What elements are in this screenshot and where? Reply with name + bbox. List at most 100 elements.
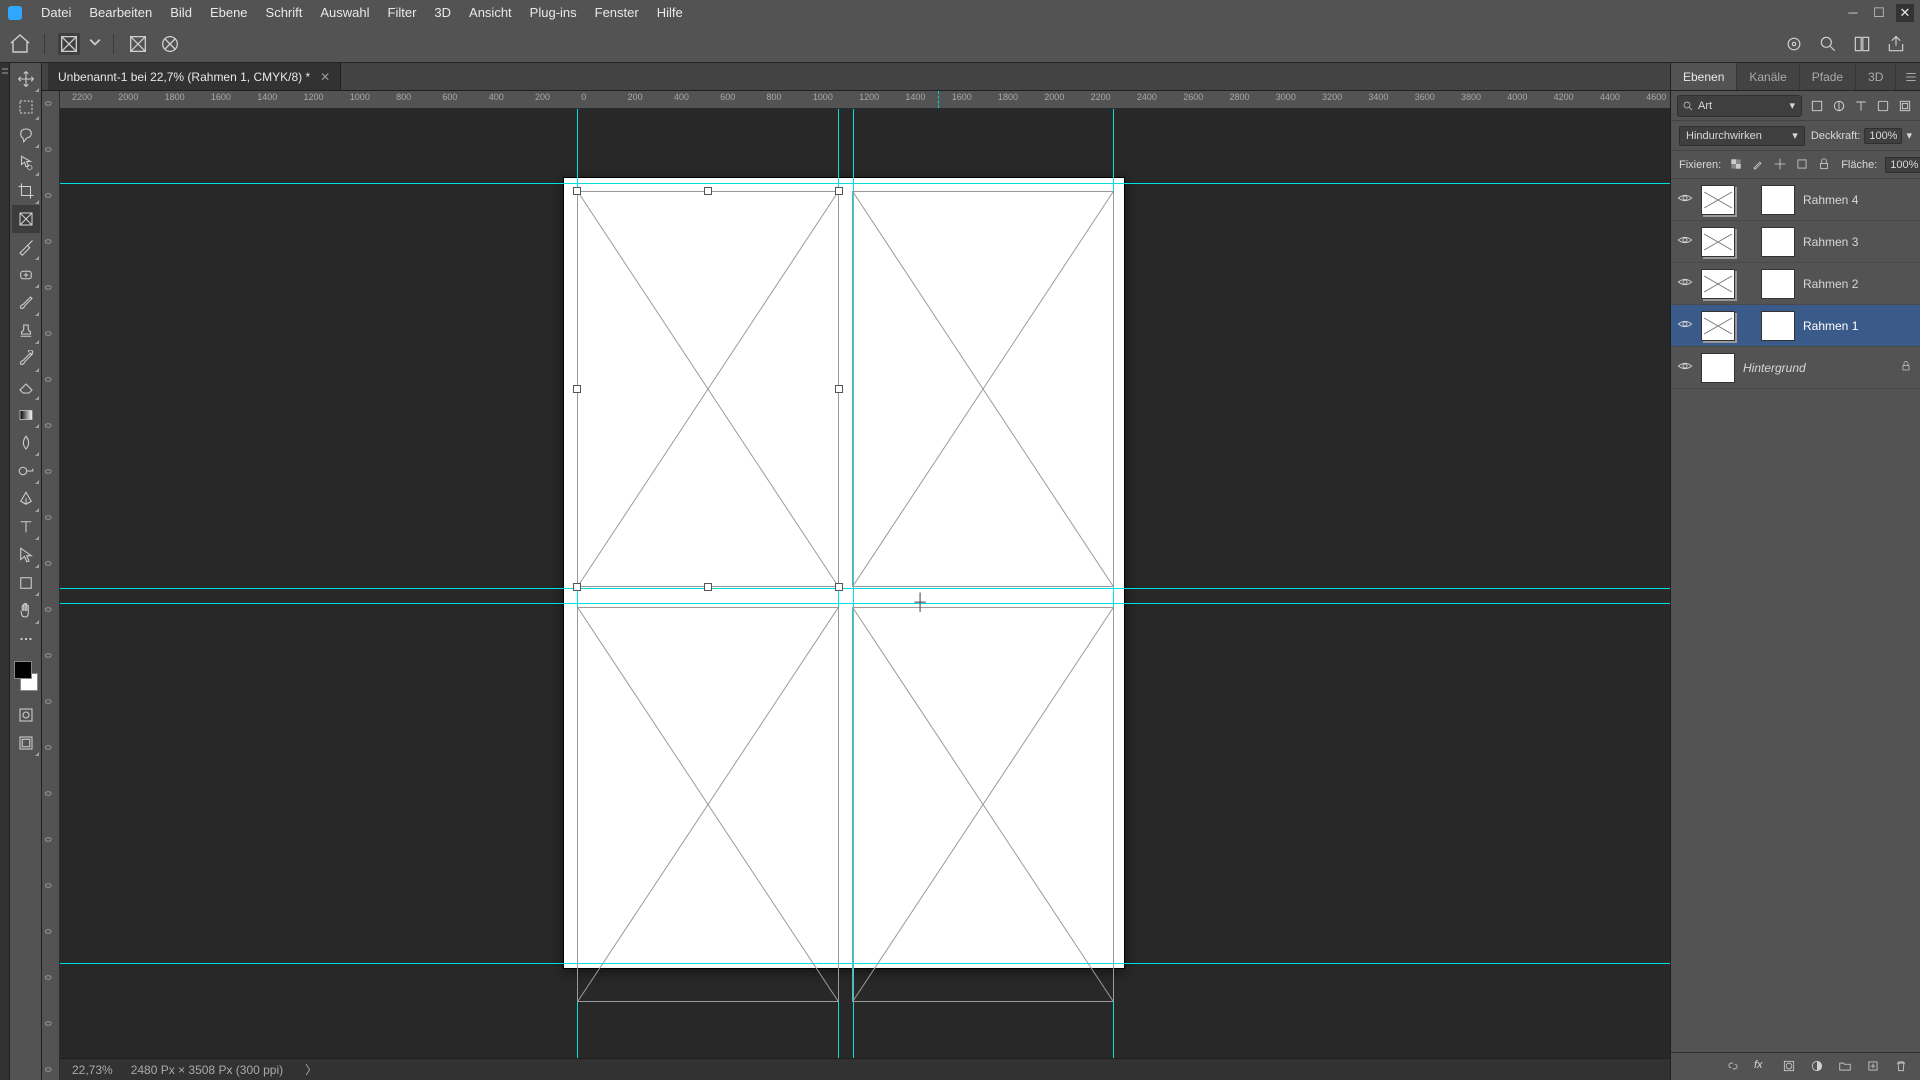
horizontal-ruler[interactable]: 2200200018001600140012001000800600400200… [60, 91, 1670, 109]
canvas[interactable]: ┼ [60, 109, 1670, 1058]
panel-menu-icon[interactable] [1896, 63, 1920, 90]
link-layers-icon[interactable] [1726, 1059, 1742, 1075]
layer-thumbnail[interactable] [1701, 185, 1735, 215]
mask-icon[interactable] [1782, 1059, 1798, 1075]
eraser-tool[interactable] [12, 373, 40, 401]
canvas-frame[interactable] [577, 191, 839, 587]
layer-row[interactable]: Hintergrund [1671, 347, 1920, 389]
document-info[interactable]: 2480 Px × 3508 Px (300 ppi) [131, 1063, 283, 1077]
healing-tool[interactable] [12, 261, 40, 289]
dodge-tool[interactable] [12, 457, 40, 485]
fx-icon[interactable]: fx [1754, 1059, 1770, 1075]
stamp-tool[interactable] [12, 317, 40, 345]
layer-name[interactable]: Rahmen 2 [1803, 277, 1914, 291]
opacity-value[interactable]: 100% [1864, 128, 1902, 144]
layer-name[interactable]: Hintergrund [1743, 361, 1892, 375]
canvas-frame[interactable] [852, 607, 1114, 1002]
filter-smart-icon[interactable] [1896, 97, 1914, 115]
menu-schrift[interactable]: Schrift [257, 0, 312, 25]
visibility-toggle[interactable] [1677, 316, 1693, 335]
canvas-frame[interactable] [577, 607, 839, 1002]
frame-tool[interactable] [12, 205, 40, 233]
canvas-frame[interactable] [852, 191, 1114, 587]
frame-rect-option[interactable] [57, 32, 81, 56]
share-icon[interactable] [1886, 34, 1906, 54]
hand-tool[interactable] [12, 597, 40, 625]
blur-tool[interactable] [12, 429, 40, 457]
pen-tool[interactable] [12, 485, 40, 513]
layer-mask-thumbnail[interactable] [1761, 269, 1795, 299]
menu-ansicht[interactable]: Ansicht [460, 0, 521, 25]
frame-align-option-a[interactable] [126, 32, 150, 56]
layer-filter-kind[interactable]: Art ▾ [1677, 95, 1802, 117]
menu-hilfe[interactable]: Hilfe [648, 0, 692, 25]
vertical-ruler[interactable]: 0000000000000000000000 [42, 91, 60, 1080]
lock-all-icon[interactable] [1817, 157, 1833, 173]
adjustment-icon[interactable] [1810, 1059, 1826, 1075]
menu-bearbeiten[interactable]: Bearbeiten [80, 0, 161, 25]
filter-shape-icon[interactable] [1874, 97, 1892, 115]
color-swatches[interactable] [12, 659, 40, 693]
eyedropper-tool[interactable] [12, 233, 40, 261]
screen-mode-toggle[interactable] [12, 729, 40, 757]
tab-kanaele[interactable]: Kanäle [1737, 63, 1799, 90]
options-dropdown-caret[interactable] [89, 35, 101, 53]
more-tools[interactable] [12, 625, 40, 653]
layer-name[interactable]: Rahmen 3 [1803, 235, 1914, 249]
layer-name[interactable]: Rahmen 4 [1803, 193, 1914, 207]
window-minimize-button[interactable]: ─ [1844, 4, 1862, 22]
tab-3d[interactable]: 3D [1856, 63, 1896, 90]
menu-filter[interactable]: Filter [379, 0, 426, 25]
fill-value[interactable]: 100% [1885, 157, 1920, 173]
layer-thumbnail[interactable] [1701, 269, 1735, 299]
visibility-toggle[interactable] [1677, 232, 1693, 251]
cloud-status-icon[interactable] [1784, 34, 1804, 54]
layer-mask-thumbnail[interactable] [1761, 185, 1795, 215]
tab-pfade[interactable]: Pfade [1800, 63, 1856, 90]
path-select-tool[interactable] [12, 541, 40, 569]
document-tab[interactable]: Unbenannt-1 bei 22,7% (Rahmen 1, CMYK/8)… [48, 63, 341, 90]
filter-pixel-icon[interactable] [1808, 97, 1826, 115]
tab-close-icon[interactable]: ✕ [320, 70, 330, 84]
layer-name[interactable]: Rahmen 1 [1803, 319, 1914, 333]
menu-bild[interactable]: Bild [161, 0, 201, 25]
visibility-toggle[interactable] [1677, 274, 1693, 293]
layer-thumbnail[interactable] [1701, 311, 1735, 341]
lock-artboard-icon[interactable] [1795, 157, 1811, 173]
menu-plugins[interactable]: Plug-ins [521, 0, 586, 25]
new-layer-icon[interactable] [1866, 1059, 1882, 1075]
visibility-toggle[interactable] [1677, 358, 1693, 377]
lock-pixels-icon[interactable] [1729, 157, 1745, 173]
type-tool[interactable] [12, 513, 40, 541]
trash-icon[interactable] [1894, 1059, 1910, 1075]
menu-datei[interactable]: Datei [32, 0, 80, 25]
layer-mask-thumbnail[interactable] [1761, 227, 1795, 257]
visibility-toggle[interactable] [1677, 190, 1693, 209]
tab-ebenen[interactable]: Ebenen [1671, 63, 1737, 90]
frame-align-option-b[interactable] [158, 32, 182, 56]
chevron-down-icon[interactable]: ▾ [1906, 129, 1912, 142]
menu-3d[interactable]: 3D [425, 0, 460, 25]
layer-row[interactable]: Rahmen 4 [1671, 179, 1920, 221]
layer-row[interactable]: Rahmen 3 [1671, 221, 1920, 263]
window-close-button[interactable]: ✕ [1896, 4, 1914, 22]
menu-fenster[interactable]: Fenster [586, 0, 648, 25]
lock-position-icon[interactable] [1773, 157, 1789, 173]
shape-tool[interactable] [12, 569, 40, 597]
lock-icon[interactable] [1900, 360, 1914, 375]
search-icon[interactable] [1818, 34, 1838, 54]
zoom-level[interactable]: 22,73% [72, 1063, 113, 1077]
gradient-tool[interactable] [12, 401, 40, 429]
layer-row[interactable]: Rahmen 1 [1671, 305, 1920, 347]
move-tool[interactable] [12, 65, 40, 93]
layer-mask-thumbnail[interactable] [1761, 311, 1795, 341]
brush-tool[interactable] [12, 289, 40, 317]
filter-type-icon[interactable] [1852, 97, 1870, 115]
history-brush-tool[interactable] [12, 345, 40, 373]
left-dock-strip[interactable] [0, 63, 10, 1080]
status-flyout-icon[interactable]: 〉 [305, 1061, 317, 1078]
home-button[interactable] [8, 32, 32, 56]
menu-auswahl[interactable]: Auswahl [311, 0, 378, 25]
blend-mode-select[interactable]: Hindurchwirken ▾ [1679, 126, 1805, 146]
layer-row[interactable]: Rahmen 2 [1671, 263, 1920, 305]
